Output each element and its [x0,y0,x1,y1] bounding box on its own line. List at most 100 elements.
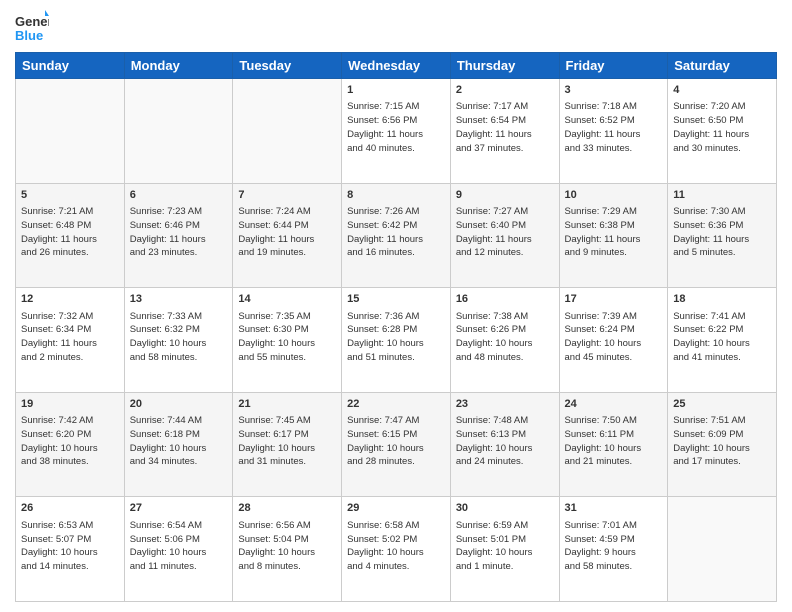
calendar-cell [233,79,342,184]
day-number: 12 [21,292,119,307]
col-header-sunday: Sunday [16,53,125,79]
calendar-cell: 18Sunrise: 7:41 AMSunset: 6:22 PMDayligh… [668,288,777,393]
day-number: 22 [347,397,445,412]
calendar-week-2: 5 Sunrise: 7:21 AMSunset: 6:48 PMDaylight… [16,183,777,288]
calendar-cell: 10 Sunrise: 7:29 AMSunset: 6:38 PMDayligh… [559,183,668,288]
day-number: 10 [565,188,663,203]
calendar-week-5: 26Sunrise: 6:53 AMSunset: 5:07 PMDayligh… [16,497,777,602]
day-number: 30 [456,501,554,516]
calendar-cell: 5 Sunrise: 7:21 AMSunset: 6:48 PMDaylight… [16,183,125,288]
day-info: Sunrise: 7:47 AMSunset: 6:15 PMDaylight:… [347,414,445,469]
day-number: 14 [238,292,336,307]
day-number: 28 [238,501,336,516]
col-header-thursday: Thursday [450,53,559,79]
col-header-friday: Friday [559,53,668,79]
day-info: Sunrise: 7:21 AMSunset: 6:48 PMDaylight:… [21,205,119,260]
day-info: Sunrise: 7:39 AMSunset: 6:24 PMDaylight:… [565,310,663,365]
day-number: 13 [130,292,228,307]
day-info: Sunrise: 6:56 AMSunset: 5:04 PMDaylight:… [238,519,336,574]
calendar-cell: 15 Sunrise: 7:36 AMSunset: 6:28 PMDayligh… [342,288,451,393]
day-number: 5 [21,188,119,203]
day-number: 19 [21,397,119,412]
logo: General Blue [15,10,49,44]
day-info: Sunrise: 7:45 AMSunset: 6:17 PMDaylight:… [238,414,336,469]
day-info: Sunrise: 7:29 AMSunset: 6:38 PMDaylight:… [565,205,663,260]
header-row: SundayMondayTuesdayWednesdayThursdayFrid… [16,53,777,79]
day-info: Sunrise: 7:38 AMSunset: 6:26 PMDaylight:… [456,310,554,365]
day-number: 23 [456,397,554,412]
day-info: Sunrise: 7:36 AMSunset: 6:28 PMDaylight:… [347,310,445,365]
day-number: 27 [130,501,228,516]
day-info: Sunrise: 7:50 AMSunset: 6:11 PMDaylight:… [565,414,663,469]
col-header-monday: Monday [124,53,233,79]
day-number: 24 [565,397,663,412]
calendar-cell [124,79,233,184]
day-info: Sunrise: 7:44 AMSunset: 6:18 PMDaylight:… [130,414,228,469]
calendar-cell: 25Sunrise: 7:51 AMSunset: 6:09 PMDayligh… [668,392,777,497]
calendar-cell: 14 Sunrise: 7:35 AMSunset: 6:30 PMDayligh… [233,288,342,393]
calendar-cell: 9Sunrise: 7:27 AMSunset: 6:40 PMDaylight… [450,183,559,288]
day-number: 29 [347,501,445,516]
day-number: 9 [456,188,554,203]
calendar-cell: 17 Sunrise: 7:39 AMSunset: 6:24 PMDayligh… [559,288,668,393]
day-info: Sunrise: 7:23 AMSunset: 6:46 PMDaylight:… [130,205,228,260]
calendar-week-1: 1 Sunrise: 7:15 AMSunset: 6:56 PMDaylight… [16,79,777,184]
day-info: Sunrise: 7:17 AMSunset: 6:54 PMDaylight:… [456,100,554,155]
day-info: Sunrise: 6:58 AMSunset: 5:02 PMDaylight:… [347,519,445,574]
calendar-cell: 11Sunrise: 7:30 AMSunset: 6:36 PMDayligh… [668,183,777,288]
day-number: 21 [238,397,336,412]
calendar-cell: 29 Sunrise: 6:58 AMSunset: 5:02 PMDayligh… [342,497,451,602]
day-number: 3 [565,83,663,98]
day-number: 31 [565,501,663,516]
calendar-cell: 27 Sunrise: 6:54 AMSunset: 5:06 PMDayligh… [124,497,233,602]
calendar-cell: 30Sunrise: 6:59 AMSunset: 5:01 PMDayligh… [450,497,559,602]
calendar-cell: 2 Sunrise: 7:17 AMSunset: 6:54 PMDaylight… [450,79,559,184]
day-number: 7 [238,188,336,203]
calendar-cell: 23 Sunrise: 7:48 AMSunset: 6:13 PMDayligh… [450,392,559,497]
day-info: Sunrise: 7:26 AMSunset: 6:42 PMDaylight:… [347,205,445,260]
calendar-cell: 26Sunrise: 6:53 AMSunset: 5:07 PMDayligh… [16,497,125,602]
calendar-week-4: 19 Sunrise: 7:42 AMSunset: 6:20 PMDayligh… [16,392,777,497]
col-header-tuesday: Tuesday [233,53,342,79]
calendar-cell: 4 Sunrise: 7:20 AMSunset: 6:50 PMDaylight… [668,79,777,184]
col-header-saturday: Saturday [668,53,777,79]
calendar-cell: 13 Sunrise: 7:33 AMSunset: 6:32 PMDayligh… [124,288,233,393]
calendar-cell: 22 Sunrise: 7:47 AMSunset: 6:15 PMDayligh… [342,392,451,497]
day-info: Sunrise: 7:48 AMSunset: 6:13 PMDaylight:… [456,414,554,469]
day-number: 26 [21,501,119,516]
day-info: Sunrise: 7:35 AMSunset: 6:30 PMDaylight:… [238,310,336,365]
day-info: Sunrise: 7:41 AMSunset: 6:22 PMDaylight:… [673,310,771,365]
day-number: 4 [673,83,771,98]
calendar-cell: 20 Sunrise: 7:44 AMSunset: 6:18 PMDayligh… [124,392,233,497]
svg-text:General: General [15,14,49,29]
col-header-wednesday: Wednesday [342,53,451,79]
page: General Blue SundayMondayTuesdayWednesda… [0,0,792,612]
calendar-cell [668,497,777,602]
calendar-cell: 31 Sunrise: 7:01 AMSunset: 4:59 PMDayligh… [559,497,668,602]
day-info: Sunrise: 7:24 AMSunset: 6:44 PMDaylight:… [238,205,336,260]
day-info: Sunrise: 7:15 AMSunset: 6:56 PMDaylight:… [347,100,445,155]
day-number: 25 [673,397,771,412]
calendar-cell: 28 Sunrise: 6:56 AMSunset: 5:04 PMDayligh… [233,497,342,602]
logo-svg: General Blue [15,10,49,44]
calendar-week-3: 12Sunrise: 7:32 AMSunset: 6:34 PMDayligh… [16,288,777,393]
calendar-cell: 1 Sunrise: 7:15 AMSunset: 6:56 PMDaylight… [342,79,451,184]
calendar-cell: 12Sunrise: 7:32 AMSunset: 6:34 PMDayligh… [16,288,125,393]
day-info: Sunrise: 7:20 AMSunset: 6:50 PMDaylight:… [673,100,771,155]
calendar-cell: 19 Sunrise: 7:42 AMSunset: 6:20 PMDayligh… [16,392,125,497]
day-number: 2 [456,83,554,98]
day-info: Sunrise: 7:33 AMSunset: 6:32 PMDaylight:… [130,310,228,365]
calendar-cell: 24 Sunrise: 7:50 AMSunset: 6:11 PMDayligh… [559,392,668,497]
day-number: 20 [130,397,228,412]
day-number: 11 [673,188,771,203]
day-info: Sunrise: 6:54 AMSunset: 5:06 PMDaylight:… [130,519,228,574]
calendar-cell: 3Sunrise: 7:18 AMSunset: 6:52 PMDaylight… [559,79,668,184]
day-info: Sunrise: 7:42 AMSunset: 6:20 PMDaylight:… [21,414,119,469]
day-number: 1 [347,83,445,98]
day-info: Sunrise: 7:01 AMSunset: 4:59 PMDaylight:… [565,519,663,574]
calendar-cell: 16Sunrise: 7:38 AMSunset: 6:26 PMDayligh… [450,288,559,393]
svg-text:Blue: Blue [15,28,43,43]
calendar-table: SundayMondayTuesdayWednesdayThursdayFrid… [15,52,777,602]
day-number: 15 [347,292,445,307]
day-number: 17 [565,292,663,307]
